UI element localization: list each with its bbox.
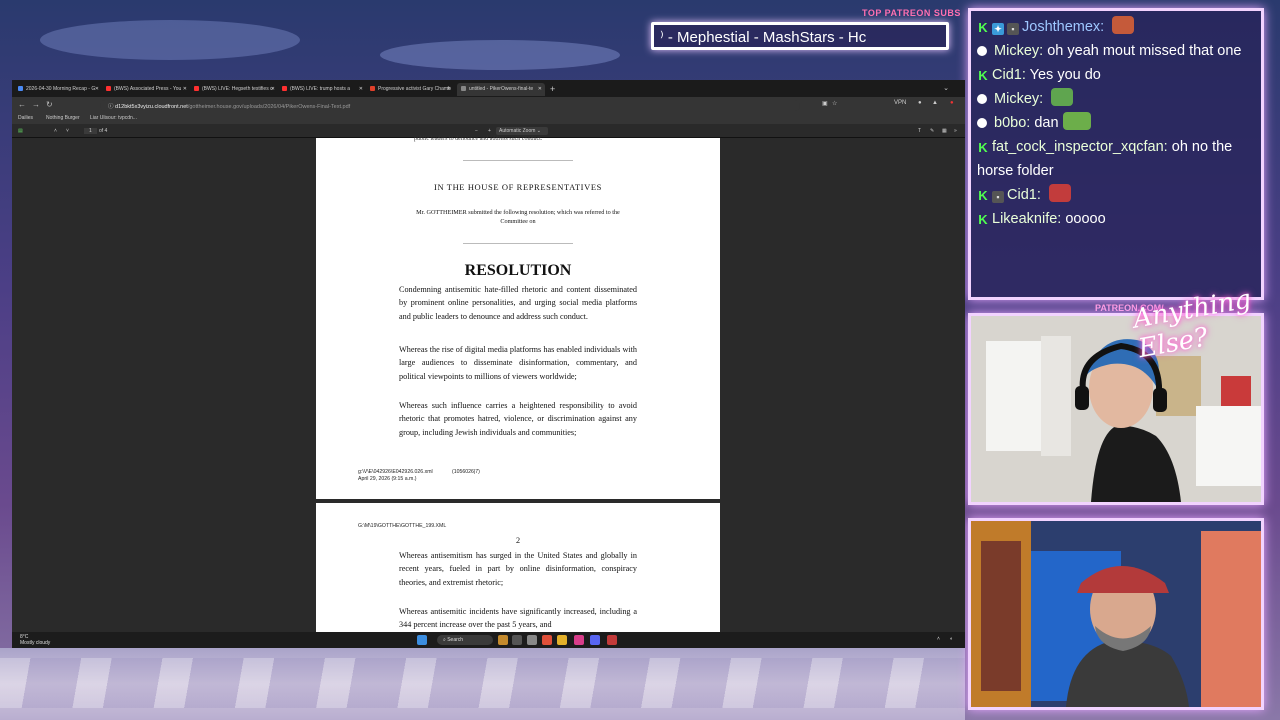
address-bar[interactable]: ⓘ d12bkt5x3vyizu.cloudfront.net/gottheim… [100, 100, 800, 111]
browser-taskbar-icon[interactable] [542, 635, 552, 645]
new-tab-button[interactable]: + [550, 84, 555, 94]
browser-tab[interactable]: (BWS) LIVE: Hegseth testifies o ✕ [190, 83, 278, 96]
screen-capture: 2026-04-30 Morning Recap - G ✕ (BWS) Asso… [12, 80, 965, 648]
bookmark-item[interactable]: Nothing Burger [46, 115, 80, 121]
pdf-submitted: Mr. GOTTHEIMER submitted the following r… [416, 209, 620, 225]
widgets-icon[interactable] [498, 635, 508, 645]
app-icon[interactable] [574, 635, 584, 645]
pdf-page-1: public leaders to denounce and address s… [316, 136, 720, 499]
page-number-input[interactable]: 1 [84, 128, 97, 134]
back-icon[interactable]: ← [18, 100, 26, 109]
discord-icon[interactable] [590, 635, 600, 645]
divider [463, 243, 573, 244]
pdf-heading: RESOLUTION [464, 262, 572, 279]
reload-icon[interactable]: ↻ [46, 100, 53, 109]
divider [463, 160, 573, 161]
background-streak [40, 20, 300, 60]
page-down-icon[interactable]: ˅ [66, 128, 69, 134]
chat-panel: K ✦ ▪ Joshthemex: Mickey: oh yeah mout miss… [968, 8, 1264, 300]
task-view-icon[interactable] [512, 635, 522, 645]
menu-icon[interactable]: ● [950, 100, 954, 106]
network-icon[interactable]: ◐ [950, 636, 953, 642]
taskbar-search[interactable]: ⌕ Search [437, 635, 493, 645]
draw-icon[interactable]: ✎ [930, 128, 934, 134]
text-icon[interactable]: T [918, 128, 921, 134]
chat-message: Mickey: oh yeah mout missed that one [977, 39, 1255, 63]
pdf-page2-header: G:\M\19\GOTTHE\GOTTHE_199.XML [358, 523, 447, 529]
sidebar-toggle-icon[interactable]: ▤ [18, 128, 23, 134]
pdf-footer-id: (1056026|7) [452, 469, 480, 475]
chat-message: K Cid1: Yes you do [978, 67, 1101, 83]
background-streak [380, 40, 620, 70]
tray-chevron-icon[interactable]: ˄ [937, 636, 940, 642]
site-info-icon[interactable]: ⓘ [108, 104, 115, 110]
app-icon[interactable] [527, 635, 537, 645]
pdf-page-2: G:\M\19\GOTTHE\GOTTHE_199.XML 2 Whereas … [316, 503, 720, 643]
bookmark-item[interactable]: Dailies [18, 115, 33, 121]
vpn-button[interactable]: VPN [894, 100, 906, 106]
pepe-emote-icon [1051, 88, 1074, 106]
more-tools-icon[interactable]: » [954, 128, 957, 134]
bookmark-star-icon[interactable]: ☆ [832, 100, 837, 107]
ticker-text: ⁾ - Mephestial - MashStars - Hc [660, 29, 867, 46]
pdf-title-paragraph: Condemning antisemitic hate-filled rheto… [399, 285, 637, 321]
frog-emote-icon [1062, 112, 1091, 130]
browser-nav-bar: ← → ↻ ⓘ d12bkt5x3vyizu.cloudfront.net/go… [12, 97, 965, 113]
browser-tab-bar: 2026-04-30 Morning Recap - G ✕ (BWS) Asso… [12, 80, 965, 97]
browser-tab[interactable]: 2026-04-30 Morning Recap - G ✕ [14, 83, 102, 96]
page-total: of 4 [99, 128, 108, 134]
pdf-viewer[interactable]: public leaders to denounce and address s… [12, 136, 965, 643]
wallet-icon[interactable]: ▲ [932, 100, 938, 106]
browser-tab[interactable]: Progressive activist Gary Chamb ✕ [366, 83, 454, 96]
top-patreon-subs-label: TOP PATREON SUBS [862, 8, 961, 18]
windows-taskbar: 8°C Mostly cloudy ⌕ Search ˄ ◐ [12, 632, 965, 648]
pdf-chamber: IN THE HOUSE OF REPRESENTATIVES [434, 182, 602, 192]
pdf-whereas-1: Whereas the rise of digital media platfo… [399, 345, 637, 381]
bookmark-item[interactable]: Liar Ulisour: tvpcdn... [90, 115, 137, 121]
chat-message: K ✦ ▪ Joshthemex: [977, 15, 1255, 39]
obs-icon[interactable] [607, 635, 617, 645]
page-up-icon[interactable]: ˄ [54, 128, 57, 134]
start-icon[interactable] [417, 635, 427, 645]
pdf-footer-date: April 29, 2026 (9:15 a.m.) [358, 476, 417, 482]
browser-tab-active[interactable]: untitled - PikerOwens-final-te ✕ [457, 83, 545, 96]
pdf-whereas-4: Whereas antisemitic incidents have signi… [399, 607, 637, 630]
webcam-host-2 [968, 518, 1264, 710]
emote-icon [1112, 16, 1135, 34]
screenshot-icon[interactable]: ▣ [822, 100, 828, 107]
chat-message: K ▪ Cid1: [977, 183, 1255, 207]
chat-message: Mickey: [977, 87, 1255, 111]
file-explorer-icon[interactable] [557, 635, 567, 645]
pdf-top-fragment: public leaders to denounce and address s… [414, 136, 543, 142]
forward-icon[interactable]: → [32, 100, 40, 109]
pdf-footer-file: g:\V\E\042926\E042926.026.xml [358, 469, 433, 475]
patreon-ticker: ⁾ - Mephestial - MashStars - Hc [651, 22, 949, 50]
pdf-page-number: 2 [515, 536, 521, 545]
chat-message: b0bo: dan [977, 111, 1255, 135]
chat-message: Kfat_cock_inspector_xqcfan: oh no the ho… [977, 139, 1233, 179]
emote-icon [1048, 184, 1071, 202]
browser-tab[interactable]: (BWS) Associated Press - You ✕ [102, 83, 190, 96]
bookmarks-bar: Dailies Nothing Burger Liar Ulisour: tvp… [12, 113, 965, 124]
weather-widget[interactable]: 8°C Mostly cloudy [20, 634, 50, 646]
browser-tab[interactable]: (BWS) LIVE: trump hosts a ✕ [278, 83, 366, 96]
extension-icon[interactable]: ● [918, 100, 922, 106]
tab-list-chevron-icon[interactable]: ⌄ [943, 84, 949, 92]
pdf-whereas-3: Whereas antisemitism has surged in the U… [399, 551, 637, 587]
image-icon[interactable]: ▦ [942, 128, 947, 134]
chat-message: K Likeaknife: ooooo [978, 211, 1106, 227]
background-bottom [0, 648, 965, 720]
